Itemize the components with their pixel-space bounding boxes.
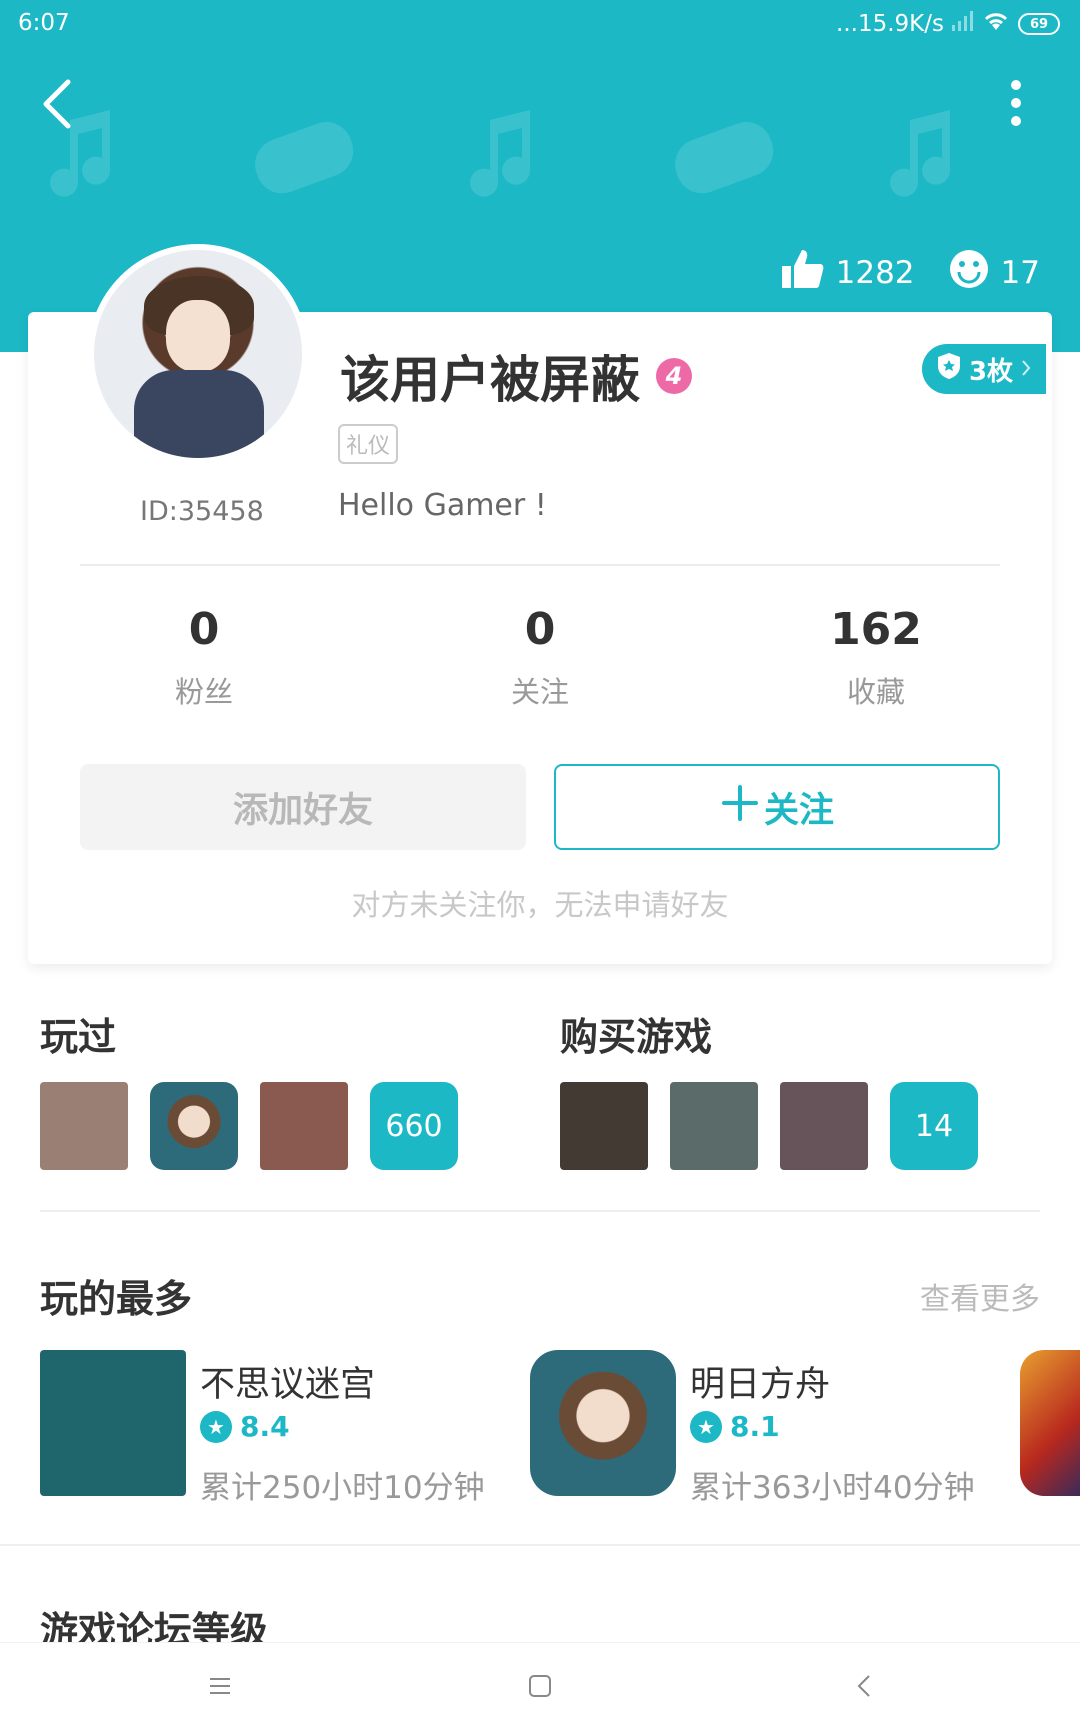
- add-friend-button[interactable]: 添加好友: [80, 764, 526, 850]
- purchased-title: 购买游戏: [560, 1015, 713, 1059]
- smiles-stat[interactable]: 17: [949, 249, 1040, 297]
- header-stats: 1282 17: [781, 248, 1040, 298]
- rating-value: 8.4: [240, 1410, 290, 1443]
- menu-button[interactable]: [160, 1643, 280, 1728]
- follow-counts: 0 粉丝 0 关注 162 收藏: [0, 604, 1080, 711]
- played-game-thumb[interactable]: [40, 1082, 128, 1170]
- system-nav-bar: [0, 1642, 1080, 1728]
- likes-count: 1282: [835, 255, 915, 291]
- rating-value: 8.1: [730, 1410, 780, 1443]
- count-number: 0: [524, 604, 556, 655]
- fans-count[interactable]: 0 粉丝: [36, 604, 372, 711]
- likes-stat[interactable]: 1282: [781, 248, 915, 298]
- game-rating: ★ 8.1: [690, 1410, 780, 1443]
- count-number: 162: [830, 604, 922, 655]
- status-bar: 6:07 ...15.9K/s 69: [0, 0, 1080, 48]
- medal-shield-icon: [937, 352, 961, 387]
- game-card[interactable]: 不思议迷宫 ★ 8.4 累计250小时10分钟: [40, 1350, 510, 1506]
- game-rating: ★ 8.4: [200, 1410, 290, 1443]
- avatar[interactable]: [88, 244, 308, 464]
- medals-button[interactable]: 3枚: [922, 344, 1046, 394]
- most-played-title: 玩的最多: [40, 1277, 193, 1321]
- play-time: 累计363小时40分钟: [690, 1470, 975, 1506]
- music-note-icon: [880, 110, 960, 204]
- divider: [0, 1544, 1080, 1546]
- battery-icon: 69: [1018, 13, 1060, 35]
- play-time: 累计250小时10分钟: [200, 1470, 485, 1506]
- gamepad-icon: [670, 120, 780, 204]
- home-button[interactable]: [480, 1643, 600, 1728]
- count-number: 0: [188, 604, 220, 655]
- game-icon: [1020, 1350, 1080, 1496]
- chevron-right-icon: [1021, 354, 1031, 384]
- friend-hint: 对方未关注你，无法申请好友: [351, 888, 729, 922]
- see-more-link[interactable]: 查看更多: [920, 1274, 1040, 1318]
- user-tag: 礼仪: [338, 424, 399, 464]
- user-id: ID:35458: [140, 496, 264, 527]
- smiley-icon: [949, 249, 989, 297]
- played-count-button[interactable]: 660: [370, 1082, 458, 1170]
- star-icon: ★: [690, 1410, 722, 1443]
- thumbs-up-icon: [781, 248, 824, 298]
- follow-button[interactable]: 关注: [554, 764, 1000, 850]
- medals-count: 3枚: [968, 356, 1014, 387]
- purchased-game-thumb[interactable]: [670, 1082, 758, 1170]
- plus-icon: [720, 783, 760, 832]
- game-card[interactable]: 明日方舟 ★ 8.1 累计363小时40分钟: [530, 1350, 1000, 1506]
- status-indicators: ...15.9K/s 69: [836, 10, 1060, 38]
- game-name: 不思议迷宫: [200, 1365, 376, 1405]
- smiles-count: 17: [1000, 255, 1040, 291]
- game-icon: [40, 1350, 186, 1496]
- network-speed: ...15.9K/s: [836, 11, 944, 37]
- wifi-icon: [982, 10, 1010, 38]
- game-name: 明日方舟: [690, 1365, 831, 1405]
- game-icon: [530, 1350, 676, 1496]
- level-badge: 4: [656, 358, 692, 394]
- purchased-game-thumb[interactable]: [780, 1082, 868, 1170]
- played-game-thumb[interactable]: [260, 1082, 348, 1170]
- username: 该用户被屏蔽 4: [340, 340, 692, 412]
- count-label: 关注: [510, 675, 569, 709]
- divider: [40, 1210, 1040, 1212]
- signal-icon: [952, 11, 974, 37]
- favorites-count[interactable]: 162 收藏: [708, 604, 1044, 711]
- game-card-partial[interactable]: [1020, 1350, 1080, 1498]
- purchased-count-button[interactable]: 14: [890, 1082, 978, 1170]
- purchased-game-thumb[interactable]: [560, 1082, 648, 1170]
- status-time: 6:07: [18, 10, 70, 36]
- username-text: 该用户被屏蔽: [340, 351, 640, 409]
- follow-label: 关注: [763, 790, 834, 831]
- played-title: 玩过: [40, 1015, 117, 1059]
- star-icon: ★: [200, 1410, 232, 1443]
- played-game-thumb[interactable]: [150, 1082, 238, 1170]
- more-options-button[interactable]: [1004, 78, 1028, 128]
- back-button[interactable]: [36, 76, 80, 132]
- count-label: 收藏: [846, 675, 905, 709]
- music-note-icon: [460, 110, 540, 204]
- back-nav-button[interactable]: [804, 1643, 924, 1728]
- avatar-image: [94, 250, 302, 458]
- following-count[interactable]: 0 关注: [372, 604, 708, 711]
- divider: [80, 564, 1000, 566]
- user-bio: Hello Gamer !: [338, 488, 547, 523]
- gamepad-icon: [250, 120, 360, 204]
- count-label: 粉丝: [174, 675, 233, 709]
